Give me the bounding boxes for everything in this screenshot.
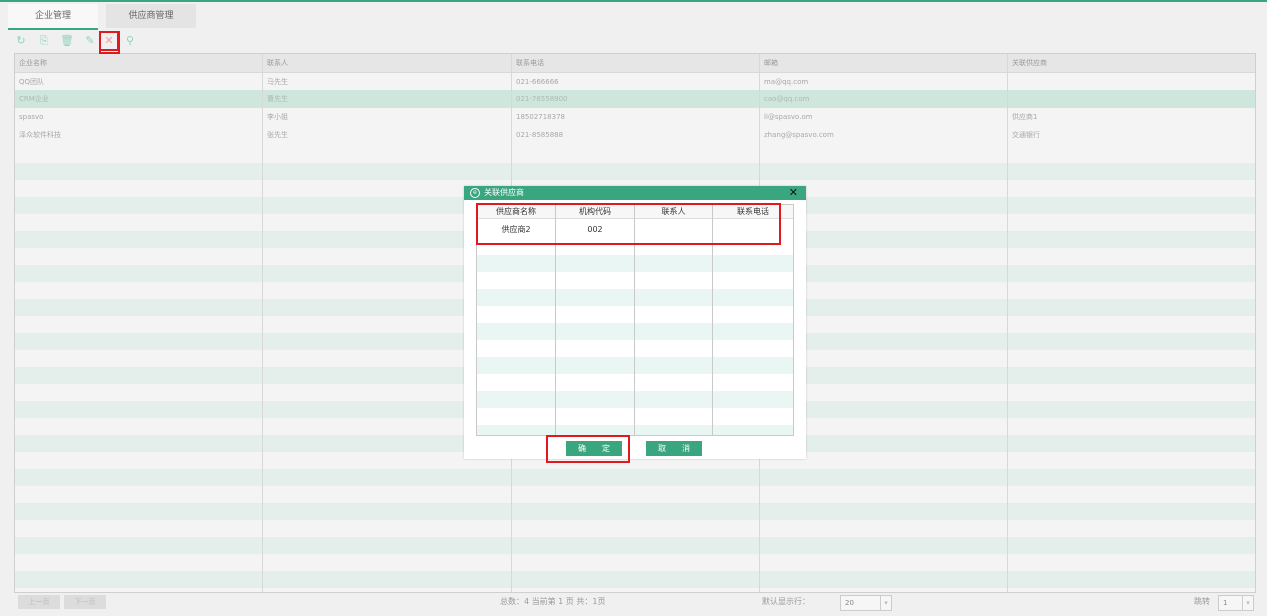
cell-phone: 021-8585888: [516, 131, 564, 139]
export-icon[interactable]: ⎘: [37, 34, 51, 48]
delete-icon[interactable]: 🗑: [60, 34, 74, 48]
column-divider: [1007, 54, 1008, 592]
table-header: 企业名称 联系人 联系电话 邮箱 关联供应商: [15, 54, 1255, 73]
cell-linked-supplier: 交通银行: [1012, 131, 1040, 139]
pagination-summary: 总数：4 当前第 1 页 共：1页: [500, 597, 606, 606]
row-stripe: [477, 289, 793, 306]
jump-page-value: 1: [1223, 599, 1228, 607]
chevron-down-icon: ▾: [1242, 596, 1253, 610]
cancel-button[interactable]: 取 消: [646, 441, 702, 456]
dialog-title-bar: e 关联供应商 ✕: [464, 186, 806, 200]
table-row[interactable]: 泽众软件科技 张先生 021-8585888 zhang@spasvo.com …: [15, 126, 1255, 144]
cell-phone: [713, 221, 793, 238]
row-stripe: [15, 163, 1255, 180]
jump-page-select[interactable]: 1 ▾: [1218, 595, 1254, 611]
table-row-selected[interactable]: CRM企业 曹先生 021-76558900 cao@qq.com: [15, 90, 1255, 108]
header-email[interactable]: 邮箱: [760, 54, 778, 72]
refresh-icon[interactable]: ↻: [14, 34, 28, 48]
row-stripe: [477, 391, 793, 408]
pagination-bar: 上一页 下一页 总数：4 当前第 1 页 共：1页 默认显示行： 20 ▾ 跳转…: [14, 593, 1254, 613]
header-org-code[interactable]: 机构代码: [556, 205, 634, 218]
column-divider: [555, 205, 556, 435]
row-stripe: [15, 537, 1255, 554]
jump-label: 跳转: [1194, 597, 1210, 606]
cell-contact: [635, 221, 712, 238]
column-divider: [634, 205, 635, 435]
rows-per-page-label: 默认显示行：: [762, 597, 810, 606]
cell-contact: 马先生: [267, 78, 288, 86]
row-stripe: [477, 425, 793, 435]
app-logo-icon: e: [470, 188, 480, 198]
cell-email: ma@qq.com: [764, 78, 809, 86]
supplier-table-header: 供应商名称 机构代码 联系人 联系电话: [477, 205, 793, 219]
cell-company-name: QQ团队: [19, 78, 45, 86]
cell-email: li@spasvo.om: [764, 113, 813, 121]
column-divider: [262, 54, 263, 592]
column-divider: [712, 205, 713, 435]
cell-phone: 18502718378: [516, 113, 565, 121]
row-stripe: [15, 469, 1255, 486]
link-supplier-dialog: e 关联供应商 ✕ 供应商名称 机构代码 联系人 联系电话 供应商2 002 确…: [464, 186, 806, 459]
table-row[interactable]: spasvo 李小姐 18502718378 li@spasvo.om 供应商1: [15, 108, 1255, 126]
supplier-table: 供应商名称 机构代码 联系人 联系电话 供应商2 002: [476, 204, 794, 436]
header-supplier-name[interactable]: 供应商名称: [477, 205, 555, 218]
next-page-button[interactable]: 下一页: [64, 595, 106, 609]
confirm-button[interactable]: 确 定: [566, 441, 622, 456]
header-contact[interactable]: 联系人: [635, 205, 712, 218]
cell-linked-supplier: 供应商1: [1012, 113, 1038, 121]
tab-enterprise-management[interactable]: 企业管理: [8, 4, 98, 30]
cell-phone: 021-76558900: [516, 95, 568, 103]
rows-per-page-value: 20: [845, 599, 854, 607]
close-icon[interactable]: ✕: [789, 186, 798, 200]
top-accent-line: [0, 0, 1267, 2]
row-stripe: [15, 503, 1255, 520]
cell-contact: 张先生: [267, 131, 288, 139]
cell-phone: 021-666666: [516, 78, 559, 86]
tab-supplier-management[interactable]: 供应商管理: [106, 4, 196, 28]
header-phone[interactable]: 联系电话: [512, 54, 544, 72]
prev-page-button[interactable]: 上一页: [18, 595, 60, 609]
supplier-row[interactable]: 供应商2 002: [477, 221, 793, 238]
chevron-down-icon: ▾: [880, 596, 891, 610]
cell-linked-supplier: [1008, 73, 1012, 91]
edit-icon[interactable]: ✎: [83, 34, 97, 48]
cell-company-name: 泽众软件科技: [19, 131, 61, 139]
row-stripe: [477, 323, 793, 340]
header-company-name[interactable]: 企业名称: [15, 54, 47, 72]
cell-company-name: CRM企业: [19, 95, 49, 103]
link-supplier-icon[interactable]: ✕: [99, 31, 119, 51]
cell-contact: 曹先生: [267, 95, 288, 103]
table-row[interactable]: QQ团队 马先生 021-666666 ma@qq.com: [15, 73, 1255, 91]
cell-linked-supplier: [1008, 90, 1012, 108]
cell-company-name: spasvo: [19, 113, 44, 121]
row-stripe: [477, 357, 793, 374]
cell-supplier-name: 供应商2: [501, 225, 531, 234]
cell-email: cao@qq.com: [764, 95, 810, 103]
header-phone[interactable]: 联系电话: [713, 205, 793, 218]
row-stripe: [15, 571, 1255, 588]
header-linked-supplier[interactable]: 关联供应商: [1008, 54, 1047, 72]
header-contact[interactable]: 联系人: [263, 54, 288, 72]
cell-org-code: 002: [587, 225, 603, 234]
cell-contact: 李小姐: [267, 113, 288, 121]
rows-per-page-select[interactable]: 20 ▾: [840, 595, 892, 611]
cell-email: zhang@spasvo.com: [764, 131, 834, 139]
row-stripe: [477, 255, 793, 272]
unlink-supplier-icon[interactable]: ⚲: [123, 34, 137, 48]
dialog-title: 关联供应商: [484, 188, 524, 197]
